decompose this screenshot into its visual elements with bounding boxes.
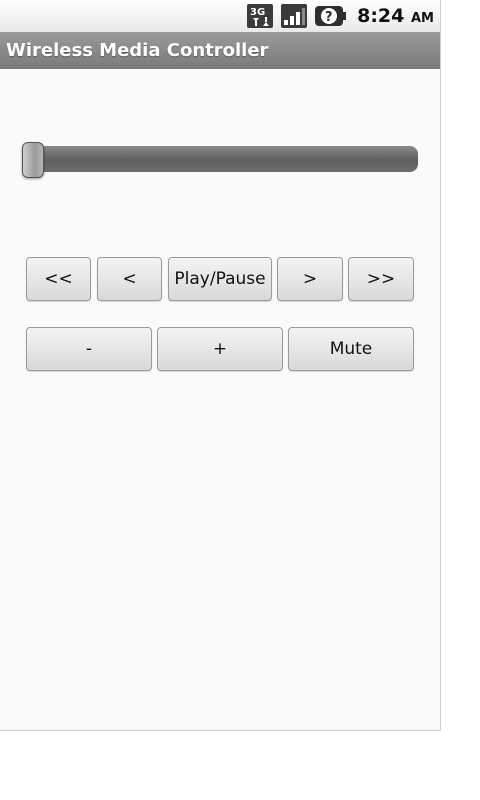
app-screen: 3G ? 8:24 AM Wireless Media Controller <… [0, 0, 441, 731]
play-pause-button[interactable]: Play/Pause [168, 257, 272, 301]
volume-down-button[interactable]: - [26, 327, 152, 371]
3g-icon: 3G [247, 4, 274, 28]
rewind-button[interactable]: < [97, 257, 162, 301]
volume-up-button[interactable]: + [157, 327, 283, 371]
mute-button[interactable]: Mute [288, 327, 414, 371]
svg-text:?: ? [325, 10, 333, 25]
clock: 8:24 AM [357, 5, 434, 27]
app-title: Wireless Media Controller [6, 40, 269, 61]
fast-forward-button[interactable]: >> [348, 257, 414, 301]
signal-strength-icon [281, 4, 308, 28]
seek-bar[interactable] [22, 142, 418, 178]
title-bar: Wireless Media Controller [0, 32, 440, 69]
seek-thumb[interactable] [22, 142, 44, 178]
battery-unknown-icon: ? [315, 5, 347, 27]
clock-ampm: AM [411, 11, 434, 26]
seek-track[interactable] [22, 146, 418, 172]
svg-text:3G: 3G [250, 7, 265, 18]
clock-time: 8:24 [357, 5, 405, 27]
status-bar: 3G ? 8:24 AM [0, 0, 440, 32]
fast-rewind-button[interactable]: << [26, 257, 91, 301]
forward-button[interactable]: > [277, 257, 343, 301]
